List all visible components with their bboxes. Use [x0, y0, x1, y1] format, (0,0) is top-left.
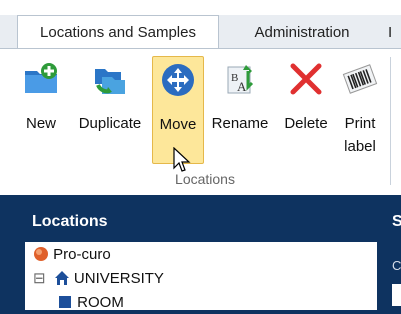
print-label-line2: label	[344, 138, 376, 155]
delete-x-icon	[290, 63, 322, 95]
move-arrows-icon	[162, 64, 194, 96]
folder-add-icon	[25, 63, 57, 93]
right-pane-subtitle: C	[392, 258, 401, 273]
ribbon-separator	[390, 57, 391, 185]
duplicate-icon	[95, 69, 125, 94]
house-icon	[54, 271, 69, 285]
tab-locations-and-samples[interactable]: Locations and Samples	[17, 15, 219, 50]
print-label-line1: Print	[344, 115, 376, 132]
duplicate-label: Duplicate	[78, 115, 142, 132]
new-label: New	[25, 115, 56, 132]
tree-node-university[interactable]: ⊟ UNIVERSITY	[33, 268, 164, 290]
duplicate-button[interactable]: Duplicate	[70, 49, 150, 165]
move-label: Move	[159, 116, 197, 133]
globe-icon	[34, 247, 48, 261]
tree-node-label: ROOM	[77, 294, 124, 311]
print-label-button[interactable]: Print label	[336, 49, 384, 165]
tree-node-pro-curo[interactable]: Pro-curo	[33, 244, 111, 266]
tree-node-label: UNIVERSITY	[73, 270, 164, 287]
svg-text:A: A	[237, 79, 247, 94]
window-top-edge	[0, 0, 401, 15]
right-pane-title: S	[392, 213, 401, 230]
tree-node-room[interactable]: ROOM	[57, 292, 124, 314]
rename-button[interactable]: B A Rename	[206, 49, 274, 165]
right-pane-input[interactable]	[392, 284, 401, 306]
locations-tree[interactable]: Pro-curo ⊟ UNIVERSITY ROOM	[25, 242, 377, 311]
rename-icon: B A	[227, 65, 254, 94]
locations-pane-title: Locations	[32, 213, 108, 230]
barcode-icon	[342, 64, 378, 94]
delete-label: Delete	[284, 115, 328, 132]
rename-label: Rename	[211, 115, 269, 132]
delete-button[interactable]: Delete	[278, 49, 334, 165]
room-icon	[59, 296, 71, 308]
tab-administration[interactable]: Administration	[232, 18, 372, 48]
new-button[interactable]: New	[16, 49, 66, 165]
ribbon-panel: New Duplicate Move B A Rename Delete Pri…	[0, 48, 401, 196]
collapse-icon[interactable]: ⊟	[33, 270, 46, 287]
mouse-pointer-icon	[173, 147, 191, 172]
locations-group-label: Locations	[175, 171, 235, 187]
tree-node-label: Pro-curo	[53, 246, 111, 263]
tab-partial[interactable]: I	[388, 18, 401, 48]
